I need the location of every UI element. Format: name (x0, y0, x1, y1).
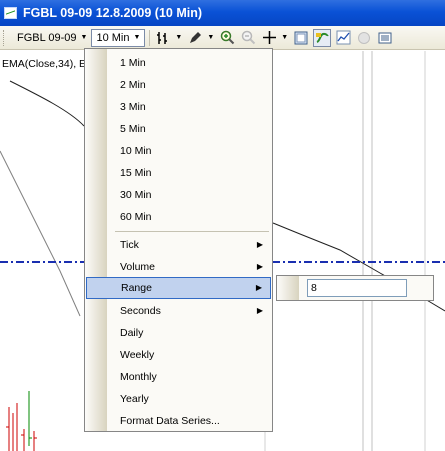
menu-item-60-min[interactable]: 60 Min (86, 206, 271, 228)
interval-label: 10 Min (96, 31, 130, 44)
submenu-arrow-icon: ▶ (256, 306, 263, 315)
chevron-down-icon: ▼ (133, 34, 141, 41)
window-title: FGBL 09-09 12.8.2009 (10 Min) (23, 6, 203, 20)
menu-item-daily[interactable]: Daily (86, 322, 271, 344)
zoom-out-icon[interactable] (239, 29, 257, 47)
data-box-icon[interactable] (292, 29, 310, 47)
toolbar-separator (149, 29, 151, 46)
interval-dropdown[interactable]: 10 Min ▼ (91, 28, 146, 47)
crosshair-icon[interactable] (260, 29, 278, 47)
menu-item-weekly[interactable]: Weekly (86, 344, 271, 366)
chevron-down-icon[interactable]: ▼ (175, 34, 182, 41)
menu-item-seconds[interactable]: Seconds ▶ (86, 300, 271, 322)
menu-item-yearly[interactable]: Yearly (86, 388, 271, 410)
disabled-circle-icon[interactable] (355, 29, 373, 47)
ema-line-grey (0, 150, 81, 317)
instrument-dropdown[interactable]: FGBL 09-09 ▼ (13, 29, 91, 47)
menu-item-range[interactable]: Range ▶ (86, 277, 271, 299)
interval-menu: 1 Min 2 Min 3 Min 5 Min 10 Min 15 Min 30… (84, 48, 273, 432)
menu-separator (115, 231, 269, 232)
submenu-arrow-icon: ▶ (256, 262, 263, 271)
toolbar: FGBL 09-09 ▼ 10 Min ▼ ▼ ▼ ▼ (0, 26, 445, 50)
menu-item-10-min[interactable]: 10 Min (86, 140, 271, 162)
range-submenu (276, 275, 434, 301)
menu-item-1-min[interactable]: 1 Min (86, 52, 271, 74)
menu-item-volume[interactable]: Volume ▶ (86, 256, 271, 278)
properties-icon[interactable] (376, 29, 394, 47)
toolbar-grip[interactable] (3, 29, 7, 46)
chevron-down-icon[interactable]: ▼ (207, 34, 214, 41)
instrument-label: FGBL 09-09 (17, 31, 77, 44)
bar-style-icon[interactable] (154, 29, 172, 47)
menu-item-30-min[interactable]: 30 Min (86, 184, 271, 206)
menu-item-format-data-series[interactable]: Format Data Series... (86, 410, 271, 432)
indicator-label: EMA(Close,34), E (2, 58, 87, 70)
strategy-icon[interactable] (313, 28, 332, 47)
indicator-chart-icon[interactable] (334, 29, 352, 47)
menu-item-5-min[interactable]: 5 Min (86, 118, 271, 140)
chevron-down-icon: ▼ (80, 34, 88, 41)
menu-item-3-min[interactable]: 3 Min (86, 96, 271, 118)
submenu-arrow-icon: ▶ (255, 283, 262, 292)
submenu-arrow-icon: ▶ (256, 240, 263, 249)
menu-item-tick[interactable]: Tick ▶ (86, 234, 271, 256)
chart-app-icon (4, 7, 17, 19)
title-bar: FGBL 09-09 12.8.2009 (10 Min) (0, 0, 445, 26)
menu-item-15-min[interactable]: 15 Min (86, 162, 271, 184)
draw-pen-icon[interactable] (186, 29, 204, 47)
range-value-input[interactable] (307, 279, 407, 297)
submenu-gutter (277, 276, 299, 300)
zoom-in-icon[interactable] (218, 29, 236, 47)
menu-item-2-min[interactable]: 2 Min (86, 74, 271, 96)
chevron-down-icon[interactable]: ▼ (281, 34, 288, 41)
menu-item-monthly[interactable]: Monthly (86, 366, 271, 388)
